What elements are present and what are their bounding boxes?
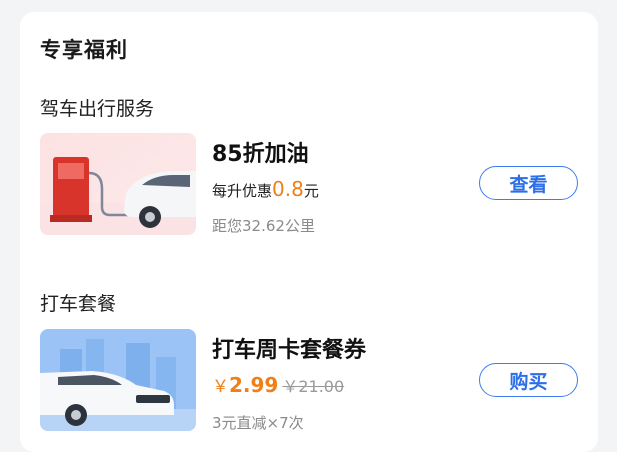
view-button[interactable]: 查看: [479, 166, 578, 200]
city-car-illustration: [40, 329, 196, 431]
fuel-discount-suffix: 元: [303, 182, 319, 200]
taxi-price-line: ￥ 2.99 ￥21.00: [212, 372, 344, 397]
original-price: ￥21.00: [282, 377, 345, 396]
gas-station-car-illustration: [40, 133, 196, 235]
current-price: 2.99: [229, 373, 279, 397]
fuel-discount-line: 每升优惠 0.8 元: [212, 177, 319, 201]
fuel-discount-prefix: 每升优惠: [212, 182, 273, 200]
price-symbol: ￥: [212, 377, 229, 397]
group-title-taxi: 打车套餐: [40, 293, 117, 315]
fuel-discount-value: 0.8: [272, 177, 304, 201]
buy-button[interactable]: 购买: [479, 363, 578, 397]
benefits-card: 专享福利 驾车出行服务 85折加油 每升优惠 0.8 元 距您32.62公里 查…: [20, 12, 598, 452]
fuel-distance: 距您32.62公里: [212, 217, 315, 235]
fuel-offer-title: 85折加油: [212, 142, 309, 167]
taxi-offer-title: 打车周卡套餐券: [212, 338, 367, 363]
taxi-coupon-detail: 3元直减×7次: [212, 414, 304, 432]
taxi-thumbnail[interactable]: [40, 329, 196, 431]
group-title-driving: 驾车出行服务: [40, 98, 155, 120]
fuel-thumbnail[interactable]: [40, 133, 196, 235]
section-title: 专享福利: [40, 38, 128, 62]
